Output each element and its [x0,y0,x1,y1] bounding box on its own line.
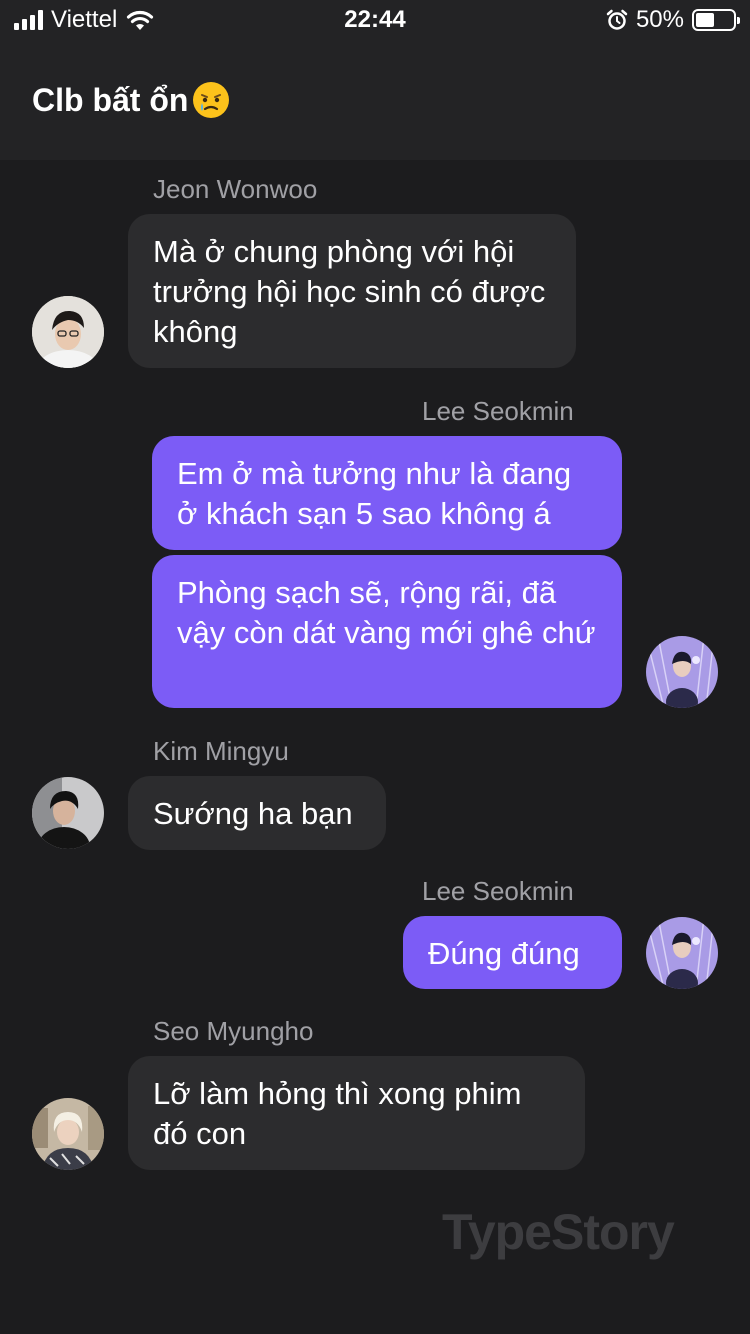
alarm-icon [606,9,628,30]
sender-name: Jeon Wonwoo [153,174,318,204]
message-bubble-incoming[interactable]: Mà ở chung phòng với hội trưởng hội học … [128,214,576,368]
avatar-photo [32,296,104,368]
battery-icon [692,9,740,31]
message-bubble-incoming[interactable]: Sướng ha bạn [128,776,386,850]
avatar-lee-seokmin[interactable] [646,917,718,989]
message-bubble-outgoing[interactable]: Phòng sạch sẽ, rộng rãi, đã vậy còn dát … [152,555,622,708]
avatar-photo [32,1098,104,1170]
chat-title[interactable]: Clb bất ổn [32,80,231,120]
avatar-lee-seokmin[interactable] [646,636,718,708]
battery-percent: 50% [635,6,684,33]
avatar-jeon-wonwoo[interactable] [32,296,104,368]
message-bubble-outgoing[interactable]: Đúng đúng [403,916,622,989]
message-bubble-outgoing[interactable]: Em ở mà tưởng như là đang ở khách sạn 5 … [152,436,622,550]
avatar-kim-mingyu[interactable] [32,777,104,849]
sender-name: Lee Seokmin [422,876,574,906]
chat-header: Clb bất ổn [0,40,750,160]
sender-name: Kim Mingyu [153,736,289,766]
avatar-seo-myungho[interactable] [32,1098,104,1170]
avatar-photo [646,636,718,708]
avatar-photo [32,777,104,849]
crying-face-emoji [193,82,230,118]
message-bubble-incoming[interactable]: Lỡ làm hỏng thì xong phim đó con [128,1056,585,1170]
sender-name: Lee Seokmin [422,396,574,426]
status-bar: Viettel 22:44 50% [0,0,750,40]
battery-level [696,13,714,27]
avatar-photo [646,917,718,989]
sender-name: Seo Myungho [153,1016,314,1046]
watermark: TypeStory [442,1204,675,1260]
chat-title-text: Clb bất ổn [32,81,189,118]
